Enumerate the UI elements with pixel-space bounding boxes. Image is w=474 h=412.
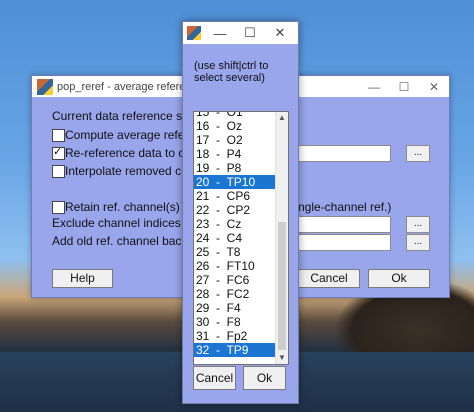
channel-list-item[interactable]: 20 - TP10	[194, 175, 275, 189]
channel-list-item[interactable]: 17 - O2	[194, 133, 275, 147]
reref-checkbox[interactable]	[52, 145, 65, 160]
channel-list-item[interactable]: 15 - O1	[194, 112, 275, 119]
channel-list-item[interactable]: 25 - T8	[194, 245, 275, 259]
current-reference-label: Current data reference sta	[52, 109, 193, 123]
retain-ref-label: Retain ref. channel(s) in	[65, 200, 193, 214]
minimize-button[interactable]: —	[359, 76, 389, 97]
add-old-ref-label: Add old ref. channel back	[52, 234, 188, 248]
maximize-button[interactable]: ☐	[235, 22, 265, 44]
interpolate-checkbox[interactable]	[52, 165, 65, 178]
maximize-button[interactable]: ☐	[389, 76, 419, 97]
channel-list-item[interactable]: 27 - FC6	[194, 273, 275, 287]
channel-list-item[interactable]: 16 - Oz	[194, 119, 275, 133]
retain-ref-label-tail: ngle-channel ref.)	[298, 200, 392, 214]
channel-list-item[interactable]: 18 - P4	[194, 147, 275, 161]
reref-browse-button[interactable]: ...	[406, 145, 430, 162]
reref-channels-field[interactable]	[297, 145, 391, 162]
scroll-thumb[interactable]	[278, 222, 286, 350]
matlab-app-icon	[187, 26, 201, 40]
channel-list-item[interactable]: 21 - CP6	[194, 189, 275, 203]
add-old-ref-browse-button[interactable]: ...	[406, 234, 430, 251]
scroll-up-arrow-icon[interactable]: ▲	[276, 112, 288, 124]
selection-instructions: (use shift|ctrl to select several)	[194, 60, 269, 84]
help-button[interactable]: Help	[52, 269, 113, 288]
channel-list-item[interactable]: 30 - F8	[194, 315, 275, 329]
back-ok-button[interactable]: Ok	[368, 269, 430, 288]
channel-list-item[interactable]: 32 - TP9	[194, 343, 275, 357]
exclude-channels-label: Exclude channel indices (	[52, 216, 189, 230]
channel-list-item[interactable]: 28 - FC2	[194, 287, 275, 301]
channel-list-item[interactable]: 19 - P8	[194, 161, 275, 175]
close-button[interactable]: ✕	[419, 76, 449, 97]
channel-list-item[interactable]: 23 - Cz	[194, 217, 275, 231]
reref-label: Re-reference data to ch	[65, 146, 192, 160]
channel-list-item[interactable]: 24 - C4	[194, 231, 275, 245]
matlab-app-icon	[37, 78, 53, 95]
channel-select-window: — ☐ ✕ (use shift|ctrl to select several)…	[182, 21, 299, 404]
exclude-channels-field[interactable]	[297, 216, 391, 233]
minimize-button[interactable]: —	[205, 22, 235, 44]
retain-ref-checkbox[interactable]	[52, 201, 65, 214]
channel-items: 15 - O1 16 - Oz 17 - O2 18 - P4 19 - P8 20 - …	[194, 112, 275, 357]
channel-list-item[interactable]: 29 - F4	[194, 301, 275, 315]
add-old-ref-field[interactable]	[297, 234, 391, 251]
interpolate-label: Interpolate removed cha	[65, 164, 195, 178]
exclude-browse-button[interactable]: ...	[406, 216, 430, 233]
channel-list-item[interactable]: 22 - CP2	[194, 203, 275, 217]
front-title-bar[interactable]: — ☐ ✕	[183, 22, 298, 44]
channel-list-item[interactable]: 26 - FT10	[194, 259, 275, 273]
close-button[interactable]: ✕	[265, 22, 295, 44]
channel-listbox[interactable]: 15 - O1 16 - Oz 17 - O2 18 - P4 19 - P8 20 - …	[193, 111, 289, 365]
channel-list-item[interactable]: 31 - Fp2	[194, 329, 275, 343]
back-cancel-button[interactable]: Cancel	[298, 269, 360, 288]
ok-button[interactable]: Ok	[243, 366, 286, 390]
cancel-button[interactable]: Cancel	[193, 366, 236, 390]
scroll-down-arrow-icon[interactable]: ▼	[276, 352, 288, 364]
channel-scrollbar[interactable]: ▲ ▼	[275, 112, 288, 364]
compute-average-checkbox[interactable]	[52, 129, 65, 142]
